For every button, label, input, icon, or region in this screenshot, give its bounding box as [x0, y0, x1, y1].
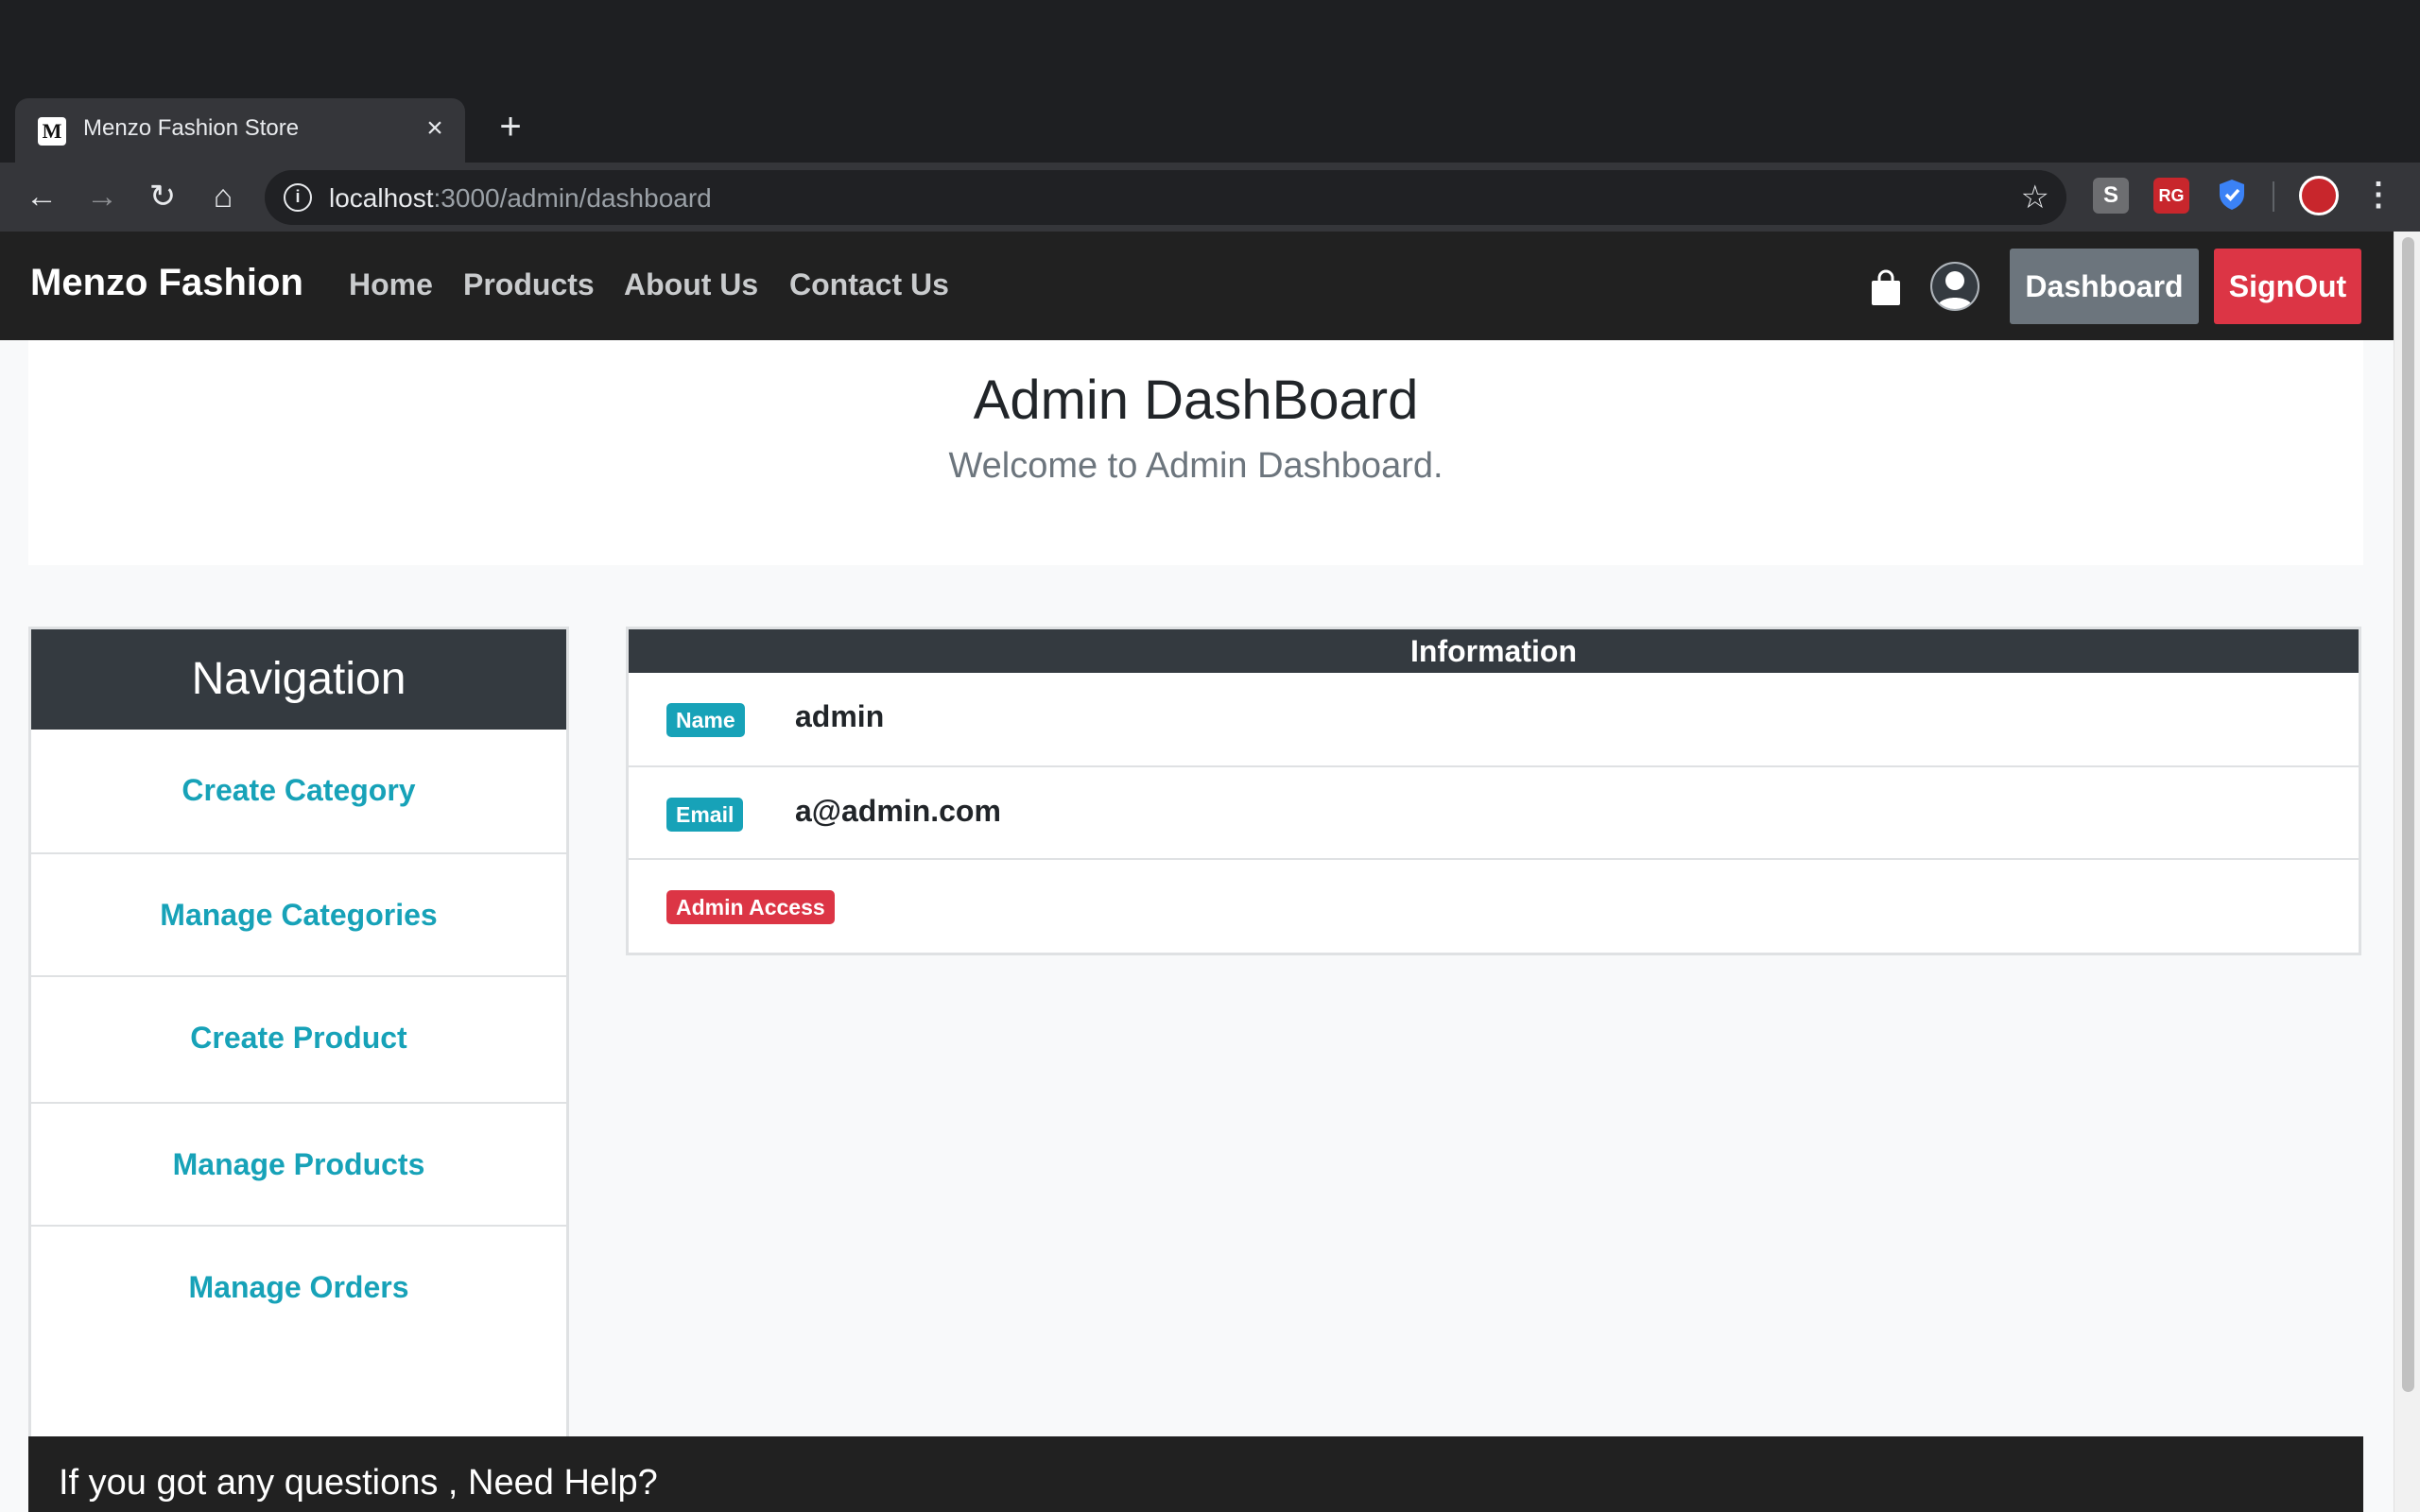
browser-tab[interactable]: M Menzo Fashion Store × — [15, 98, 465, 163]
site-info-icon[interactable]: i — [284, 183, 312, 212]
nav-link-contact[interactable]: Contact Us — [789, 267, 949, 302]
new-tab-icon[interactable]: + — [492, 108, 529, 146]
footer: If you got any questions , Need Help? — [28, 1436, 2363, 1512]
signout-button[interactable]: SignOut — [2214, 249, 2361, 324]
page-subtitle: Welcome to Admin Dashboard. — [948, 446, 1443, 486]
toolbar-separator — [2273, 181, 2274, 212]
nav-link-about[interactable]: About Us — [624, 267, 758, 302]
name-value: admin — [795, 699, 885, 733]
forward-icon[interactable]: → — [81, 176, 123, 217]
extension-red-icon[interactable]: RG — [2153, 178, 2189, 214]
information-card-title: Information — [629, 629, 2359, 673]
dashboard-button[interactable]: Dashboard — [2010, 249, 2199, 324]
info-row-email: Email a@admin.com — [629, 765, 2359, 858]
email-value: a@admin.com — [795, 794, 1001, 828]
nav-link-home[interactable]: Home — [349, 267, 433, 302]
shopping-bag-icon[interactable] — [1870, 269, 1902, 307]
page-scrollbar[interactable] — [2394, 232, 2420, 1512]
site-navbar: Menzo Fashion Home Products About Us Con… — [0, 232, 2394, 340]
browser-toolbar: ← → ↻ ⌂ i localhost:3000/admin/dashboard… — [0, 163, 2420, 232]
info-row-name: Name admin — [629, 673, 2359, 765]
page-viewport: Menzo Fashion Home Products About Us Con… — [0, 232, 2394, 1512]
address-bar[interactable]: i localhost:3000/admin/dashboard ☆ — [265, 170, 2066, 225]
favicon-icon: M — [38, 117, 66, 146]
nav-create-product[interactable]: Create Product — [31, 975, 566, 1098]
browser-menu-icon[interactable]: ⋮ — [2360, 176, 2397, 217]
nav-create-category[interactable]: Create Category — [31, 730, 566, 852]
home-icon[interactable]: ⌂ — [202, 176, 244, 217]
admin-access-badge: Admin Access — [666, 890, 835, 924]
nav-manage-categories[interactable]: Manage Categories — [31, 852, 566, 975]
close-tab-icon[interactable]: × — [418, 112, 452, 146]
info-row-access: Admin Access — [629, 858, 2359, 951]
page-header: Admin DashBoard Welcome to Admin Dashboa… — [28, 340, 2363, 565]
reload-icon[interactable]: ↻ — [142, 176, 183, 217]
nav-manage-products[interactable]: Manage Products — [31, 1102, 566, 1225]
back-icon[interactable]: ← — [21, 176, 62, 217]
scrollbar-thumb[interactable] — [2402, 237, 2414, 1392]
bookmark-star-icon[interactable]: ☆ — [2021, 180, 2049, 215]
email-badge: Email — [666, 798, 744, 832]
browser-chrome: M Menzo Fashion Store × + ← → ↻ ⌂ i loca… — [0, 0, 2420, 232]
extension-s-icon[interactable]: S — [2093, 178, 2129, 214]
footer-help-text: If you got any questions , Need Help? — [59, 1463, 658, 1503]
navigation-card: Navigation Create Category Manage Catego… — [28, 627, 569, 1105]
information-card: Information Name admin Email a@admin.com… — [626, 627, 2361, 955]
profile-avatar-icon[interactable] — [2299, 176, 2339, 215]
url-host: localhost — [329, 183, 434, 213]
extension-shield-icon[interactable] — [2214, 178, 2250, 214]
url-text: localhost:3000/admin/dashboard — [329, 183, 712, 214]
tab-title: Menzo Fashion Store — [83, 115, 300, 141]
brand-logo[interactable]: Menzo Fashion — [30, 262, 303, 304]
user-avatar-icon[interactable] — [1930, 262, 1979, 311]
page-title: Admin DashBoard — [973, 369, 1419, 431]
navigation-card-title: Navigation — [31, 629, 566, 730]
nav-manage-orders[interactable]: Manage Orders — [31, 1225, 566, 1348]
url-path: :3000/admin/dashboard — [433, 183, 712, 213]
name-badge: Name — [666, 703, 745, 737]
nav-link-products[interactable]: Products — [463, 267, 595, 302]
